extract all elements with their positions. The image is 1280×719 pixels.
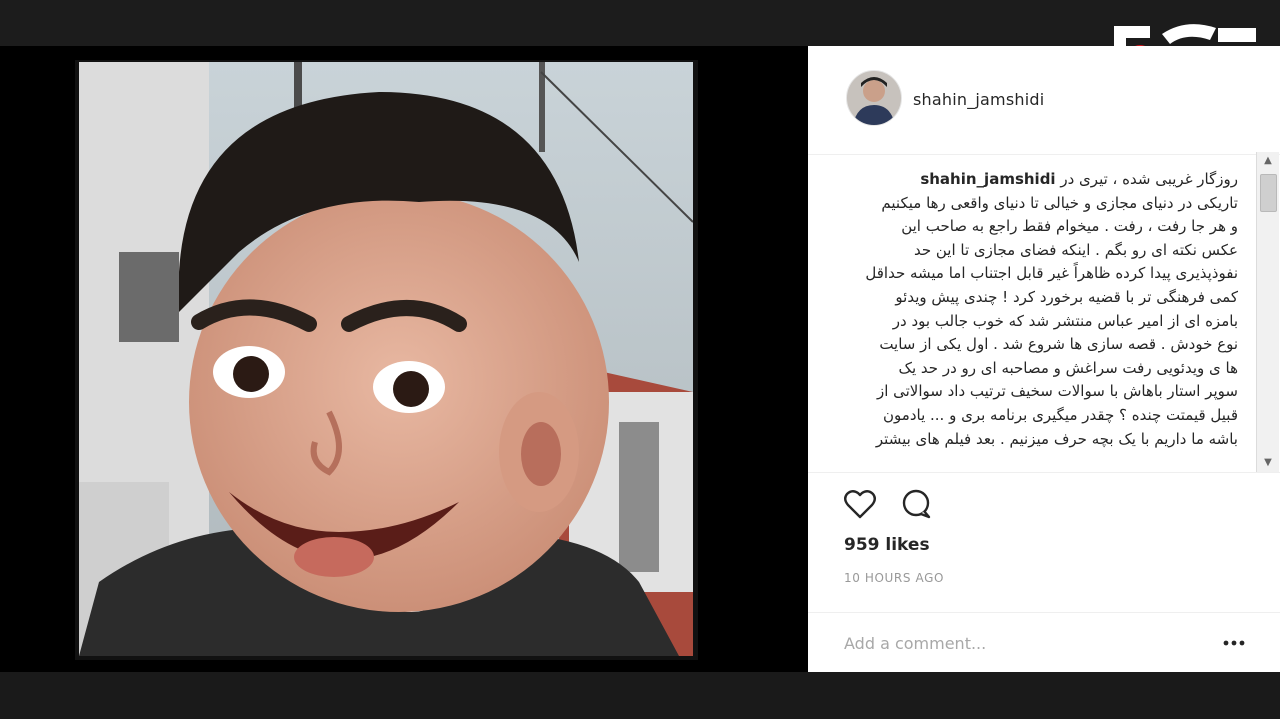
caption-line: روزگار غریبی شده ، تیری در shahin_jamshi… bbox=[840, 168, 1238, 192]
heart-outline-icon[interactable] bbox=[842, 486, 878, 522]
bottom-banner bbox=[0, 672, 1280, 719]
caption-line: کمی فرهنگی تر با قضیه برخورد کرد ! چندی … bbox=[895, 287, 1238, 306]
caption-line: باشه ما داریم با یک بچه حرف میزنیم . بعد… bbox=[875, 429, 1238, 448]
caption-username[interactable]: shahin_jamshidi bbox=[920, 170, 1055, 188]
comment-input[interactable] bbox=[842, 629, 1186, 657]
caption-line: تاریکی در دنیای مجازی و خیالی تا دنیای و… bbox=[881, 193, 1238, 212]
top-banner bbox=[0, 0, 1280, 46]
caption-area: روزگار غریبی شده ، تیری در shahin_jamshi… bbox=[808, 154, 1280, 473]
post-panel: shahin_jamshidi روزگار غریبی شده ، تیری … bbox=[808, 46, 1280, 672]
post-timestamp[interactable]: 10 HOURS AGO bbox=[844, 571, 944, 585]
caption-line: نوع خودش . قصه سازی ها شروع شد . اول یکی… bbox=[879, 335, 1238, 354]
post-caption: روزگار غریبی شده ، تیری در shahin_jamshi… bbox=[840, 168, 1238, 451]
more-options-icon[interactable] bbox=[1222, 635, 1246, 651]
caption-line: و هر جا رفت ، رفت . میخوام فقط راجع به ص… bbox=[901, 217, 1238, 236]
caption-line: ها ی ویدئویی رفت سراغش و مصاحبه ای رو در… bbox=[898, 358, 1238, 377]
comment-row bbox=[808, 612, 1280, 673]
header-username[interactable]: shahin_jamshidi bbox=[913, 90, 1044, 109]
speech-bubble-icon[interactable] bbox=[898, 486, 934, 522]
arrow-down-icon[interactable]: ▼ bbox=[1257, 454, 1279, 472]
post-photo[interactable] bbox=[79, 62, 693, 656]
caption-line: بامزه ای از امیر عباس منتشر شد که خوب جا… bbox=[892, 311, 1238, 330]
caption-line: عکس نکته ای رو بگم . اینکه فضای مجازی تا… bbox=[913, 240, 1238, 259]
caption-line-text: روزگار غریبی شده ، تیری در bbox=[1060, 170, 1238, 188]
post-header: shahin_jamshidi bbox=[808, 46, 1280, 155]
caption-line: قبیل قیمتت چنده ؟ چقدر میگیری برنامه بری… bbox=[883, 405, 1238, 424]
post-photo-frame bbox=[75, 60, 698, 660]
arrow-up-icon[interactable]: ▲ bbox=[1257, 152, 1279, 170]
caption-line: نفوذپذیری پیدا کرده ظاهراً غیر قابل اجتن… bbox=[865, 264, 1238, 283]
likes-count[interactable]: 959 likes bbox=[844, 535, 930, 555]
avatar[interactable] bbox=[846, 70, 902, 126]
caption-line: سوپر استار باهاش با سوالات سخیف ترتیب دا… bbox=[876, 382, 1238, 401]
caption-scrollbar[interactable]: ▲ ▼ bbox=[1256, 152, 1279, 472]
scrollbar-thumb[interactable] bbox=[1260, 174, 1277, 212]
